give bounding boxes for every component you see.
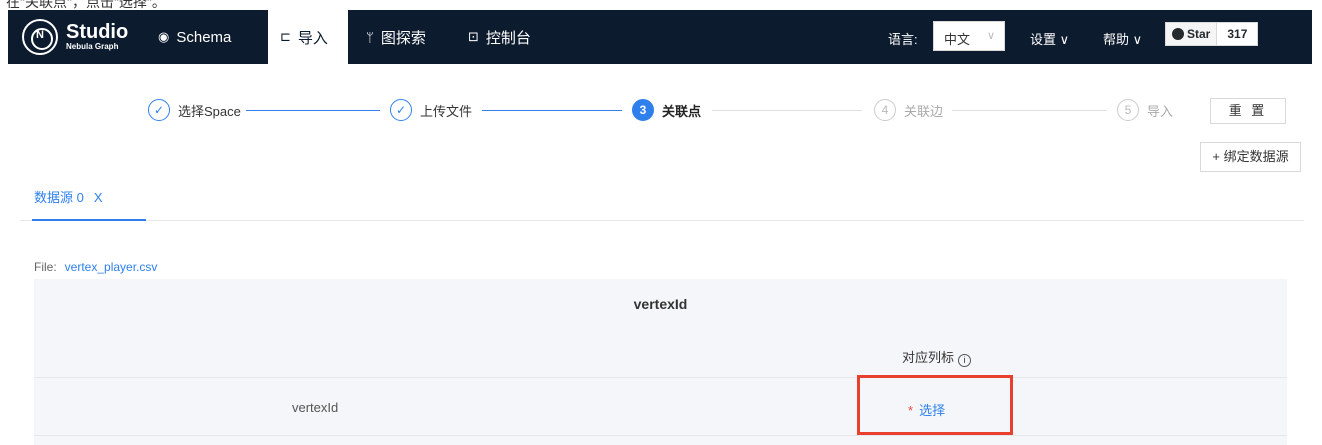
explore-icon: ᛘ: [366, 29, 374, 45]
column-header: 对应列标 i: [902, 347, 972, 367]
divider: [34, 377, 1287, 378]
step-import: 5 导入: [1117, 99, 1173, 121]
top-navbar: N Studio Nebula Graph ◉ Schema ⊏ 导入 ᛘ 图探索 ⊡…: [8, 10, 1312, 64]
step-connector: [246, 110, 380, 111]
github-star-button[interactable]: Star 317: [1165, 22, 1259, 46]
nebula-logo-icon: N: [22, 19, 58, 55]
help-menu[interactable]: 帮助 ∨: [1103, 29, 1142, 48]
logo-subtitle: Nebula Graph: [66, 42, 119, 51]
file-info: File: vertex_player.csv: [34, 260, 158, 274]
tab-datasource-0[interactable]: 数据源 0X: [34, 187, 103, 206]
check-icon: ✓: [148, 99, 170, 121]
divider: [34, 435, 1287, 436]
language-select[interactable]: 中文 ∨: [933, 21, 1005, 51]
step-upload-file: ✓ 上传文件: [390, 99, 472, 121]
nav-explore[interactable]: ᛘ 图探索: [366, 10, 466, 64]
close-icon[interactable]: X: [94, 190, 103, 205]
nav-console[interactable]: ⊡ 控制台: [468, 10, 568, 64]
step-connector: [482, 110, 622, 111]
step-map-edge: 4 关联边: [874, 99, 943, 121]
console-icon: ⊡: [468, 29, 479, 44]
tab-active-indicator: [32, 219, 146, 221]
github-icon: [1172, 28, 1184, 40]
language-label: 语言:: [888, 32, 918, 47]
row-vertexid-label: vertexId: [292, 400, 339, 415]
chevron-down-icon: ∨: [986, 30, 995, 42]
vertex-mapping-panel: vertexId 对应列标 i vertexId * 选择: [34, 279, 1287, 445]
chevron-down-icon: ∨: [1059, 32, 1070, 47]
studio-logo[interactable]: N Studio Nebula Graph: [22, 19, 128, 55]
info-icon[interactable]: i: [958, 354, 972, 367]
nav-import[interactable]: ⊏ 导入: [268, 10, 348, 64]
step-select-space: ✓ 选择Space: [148, 99, 241, 121]
settings-menu[interactable]: 设置 ∨: [1030, 29, 1069, 48]
logo-title: Studio: [66, 21, 129, 43]
chevron-down-icon: ∨: [1132, 32, 1143, 47]
step-connector: [952, 110, 1107, 111]
highlight-box: [857, 375, 1013, 435]
instruction-caption: 在"关联点"，点击"选择"。: [0, 0, 1322, 10]
nav-schema[interactable]: ◉ Schema: [158, 10, 258, 64]
check-icon: ✓: [390, 99, 412, 121]
star-count: 317: [1227, 27, 1248, 41]
bind-datasource-button[interactable]: + 绑定数据源: [1200, 142, 1301, 172]
file-name-link[interactable]: vertex_player.csv: [65, 260, 158, 274]
panel-title: vertexId: [633, 296, 688, 312]
reset-button[interactable]: 重 置: [1210, 98, 1286, 124]
step-map-vertex: 3 关联点: [632, 99, 701, 121]
datasource-tabs: 数据源 0X: [20, 183, 1304, 221]
step-connector: [712, 110, 862, 111]
import-icon: ⊏: [280, 29, 291, 44]
schema-icon: ◉: [158, 29, 170, 44]
